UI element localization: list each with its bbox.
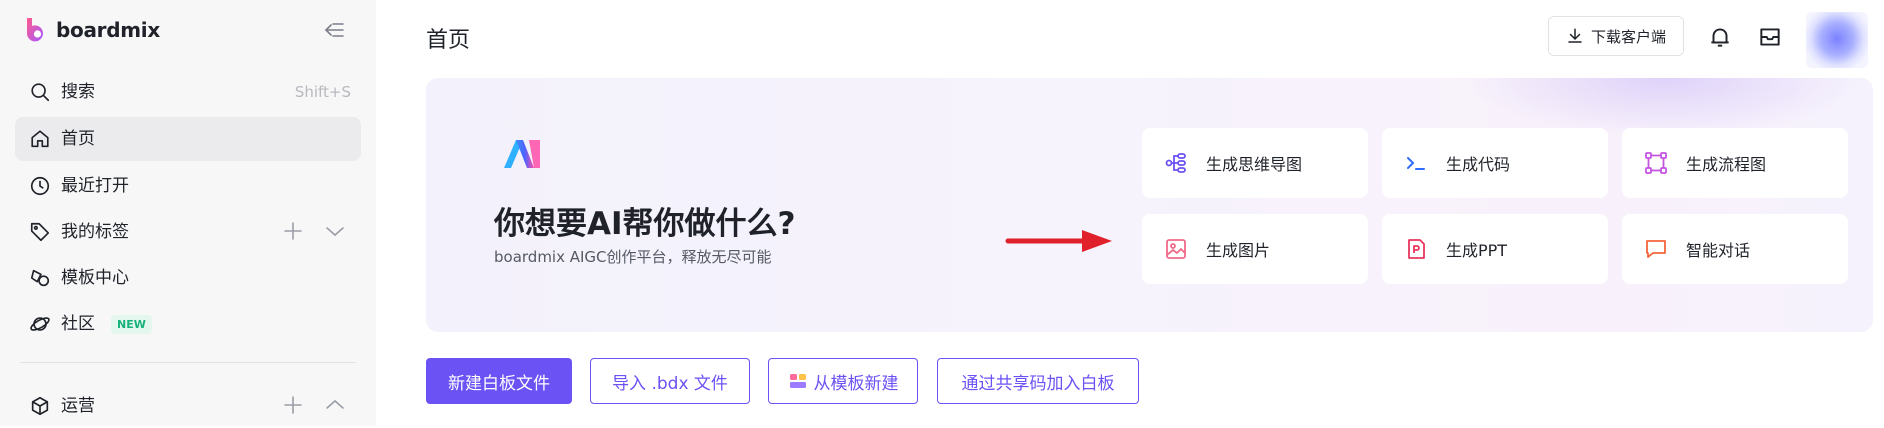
sidebar-item-operations[interactable]: 运营 — [15, 384, 361, 428]
template-colorful-icon — [789, 374, 806, 388]
ai-subheading: boardmix AIGC创作平台，释放无尽可能 — [494, 248, 772, 266]
download-icon — [1568, 28, 1582, 43]
planet-icon — [30, 317, 50, 331]
new-badge: NEW — [111, 314, 152, 334]
ai-assistant-panel: 你想要AI帮你做什么? boardmix AIGC创作平台，释放无尽可能 生成思… — [426, 78, 1873, 332]
ai-option-label: 生成流程图 — [1686, 155, 1767, 174]
sidebar-item-label: 社区 — [61, 313, 95, 334]
sidebar-item-label: 运营 — [61, 395, 95, 416]
new-whiteboard-button[interactable]: 新建白板文件 — [426, 358, 572, 404]
ai-option-label: 生成代码 — [1446, 155, 1511, 174]
chevron-up-icon[interactable] — [323, 393, 347, 417]
sidebar-item-label: 模板中心 — [61, 267, 129, 288]
ai-option-label: 生成图片 — [1206, 241, 1271, 260]
ai-option-label: 生成思维导图 — [1206, 155, 1303, 174]
new-from-template-label: 从模板新建 — [813, 373, 899, 394]
new-whiteboard-label: 新建白板文件 — [448, 373, 550, 394]
tag-icon — [30, 222, 50, 242]
sidebar-item-home[interactable]: 首页 — [15, 117, 361, 161]
ai-option-code[interactable]: 生成代码 — [1382, 128, 1608, 198]
ai-logo-icon — [504, 140, 540, 168]
sidebar-item-label: 首页 — [61, 128, 95, 149]
collapse-sidebar-icon[interactable] — [322, 18, 346, 42]
boardmix-logo-icon — [26, 18, 43, 42]
template-icon — [30, 269, 50, 287]
sidebar-item-recent[interactable]: 最近打开 — [15, 164, 361, 208]
tags-actions — [281, 219, 347, 243]
import-bdx-label: 导入 .bdx 文件 — [612, 373, 728, 394]
search-shortcut: Shift+S — [294, 83, 351, 101]
page-title: 首页 — [426, 28, 471, 53]
flowchart-icon — [1645, 152, 1667, 174]
clock-icon — [30, 176, 50, 196]
boardmix-logo[interactable]: boardmix — [24, 16, 160, 44]
chat-icon — [1646, 240, 1666, 258]
code-icon — [1407, 157, 1425, 170]
join-by-share-code-button[interactable]: 通过共享码加入白板 — [937, 358, 1139, 404]
main-content: 首页 下载客户端 你想要AI帮你做什么? boardmix AIGC创作平台，释… — [376, 0, 1884, 426]
chevron-down-icon[interactable] — [323, 219, 347, 243]
ppt-icon — [1408, 239, 1425, 259]
search-icon — [31, 83, 50, 102]
sidebar-item-templates[interactable]: 模板中心 — [15, 256, 361, 300]
app-name: boardmix — [56, 18, 160, 42]
sidebar-item-community[interactable]: 社区 NEW — [15, 302, 361, 346]
inbox-icon[interactable] — [1757, 24, 1783, 50]
sidebar-item-search[interactable]: 搜索 Shift+S — [15, 70, 361, 114]
add-tag-icon[interactable] — [281, 219, 305, 243]
sidebar-divider — [20, 362, 356, 363]
ai-option-flowchart[interactable]: 生成流程图 — [1622, 128, 1848, 198]
download-client-label: 下载客户端 — [1590, 27, 1666, 46]
ai-option-label: 智能对话 — [1686, 241, 1751, 260]
image-icon — [1166, 239, 1186, 259]
add-icon[interactable] — [281, 393, 305, 417]
ai-option-mindmap[interactable]: 生成思维导图 — [1142, 128, 1368, 198]
ai-heading: 你想要AI帮你做什么? — [494, 206, 796, 242]
sidebar-item-label: 最近打开 — [61, 175, 129, 196]
operations-actions — [281, 393, 347, 417]
ai-option-ppt[interactable]: 生成PPT — [1382, 214, 1608, 284]
user-avatar[interactable] — [1806, 12, 1868, 68]
ai-option-image[interactable]: 生成图片 — [1142, 214, 1368, 284]
download-client-button[interactable]: 下载客户端 — [1548, 16, 1684, 56]
sidebar-item-tags[interactable]: 我的标签 — [15, 210, 361, 254]
sidebar-item-label: 搜索 — [61, 81, 95, 102]
cube-icon — [31, 396, 49, 416]
ai-option-label: 生成PPT — [1446, 241, 1508, 260]
arrow-right-icon — [1005, 230, 1112, 252]
ai-option-chat[interactable]: 智能对话 — [1622, 214, 1848, 284]
join-by-share-code-label: 通过共享码加入白板 — [961, 373, 1115, 394]
mindmap-icon — [1165, 153, 1186, 173]
sidebar-item-label: 我的标签 — [61, 221, 129, 242]
bell-icon[interactable] — [1707, 24, 1733, 50]
home-icon — [31, 130, 49, 148]
sidebar: boardmix 搜索 Shift+S 首页 最近打开 我的标签 模板中心 社区… — [0, 0, 376, 426]
new-from-template-button[interactable]: 从模板新建 — [768, 358, 918, 404]
import-bdx-button[interactable]: 导入 .bdx 文件 — [590, 358, 750, 404]
